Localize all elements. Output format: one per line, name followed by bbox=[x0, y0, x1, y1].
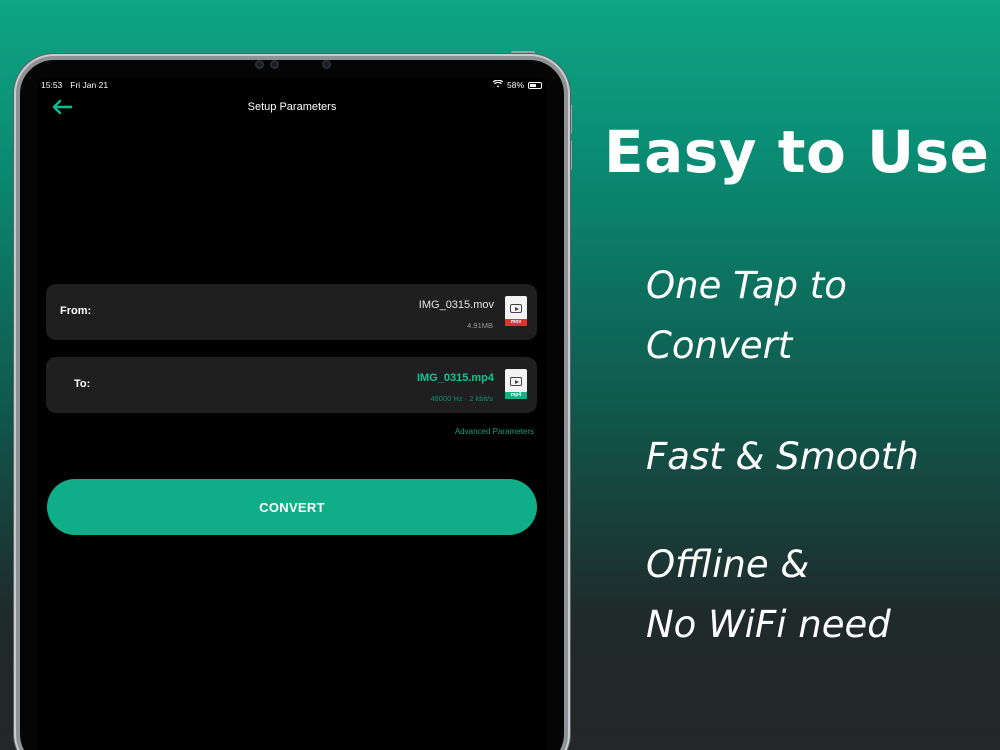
mp4-file-icon: mp4 bbox=[505, 369, 527, 399]
status-time-date: 15:53 Fri Jan 21 bbox=[41, 80, 116, 90]
source-file-card[interactable]: From: IMG_0315.mov 4.91MB mov bbox=[46, 284, 537, 340]
battery-percent: 58% bbox=[506, 80, 524, 90]
feature-offline: Offline & No WiFi need bbox=[646, 543, 891, 646]
status-bar: 15:53 Fri Jan 21 58% bbox=[37, 77, 547, 93]
mov-tag: mov bbox=[505, 319, 527, 326]
sensor-dot-icon bbox=[322, 60, 331, 69]
sensor-icon bbox=[270, 60, 279, 69]
mov-file-icon: mov bbox=[505, 296, 527, 326]
from-label: From: bbox=[60, 305, 92, 317]
source-file-size: 4.91MB bbox=[467, 321, 493, 330]
output-file-card[interactable]: To: IMG_0315.mp4 48000 Hz · 2 kbit/s mp4 bbox=[46, 357, 537, 413]
battery-icon bbox=[528, 81, 542, 89]
output-audio-params: 48000 Hz · 2 kbit/s bbox=[430, 394, 493, 403]
status-time: 15:53 bbox=[41, 80, 63, 90]
status-indicators: 58% bbox=[492, 79, 542, 90]
video-play-icon bbox=[510, 304, 522, 313]
headline: Easy to Use bbox=[604, 118, 990, 186]
page-title: Setup Parameters bbox=[247, 101, 337, 113]
to-label: To: bbox=[74, 378, 91, 390]
source-file-name: IMG_0315.mov bbox=[418, 299, 494, 311]
convert-button[interactable]: CONVERT bbox=[47, 479, 537, 535]
front-camera-icon bbox=[255, 60, 264, 69]
feature-one-tap: One Tap to Convert bbox=[646, 264, 847, 367]
feature-fast-smooth: Fast & Smooth bbox=[646, 435, 919, 478]
app-screen: 15:53 Fri Jan 21 58% Setup Parameters Fro… bbox=[37, 77, 547, 750]
output-file-name: IMG_0315.mp4 bbox=[416, 372, 494, 384]
mp4-tag: mp4 bbox=[505, 392, 527, 399]
video-play-icon bbox=[510, 377, 522, 386]
status-date: Fri Jan 21 bbox=[70, 80, 109, 90]
advanced-parameters-link[interactable]: Advanced Parameters bbox=[455, 427, 534, 436]
wifi-icon bbox=[492, 79, 504, 90]
